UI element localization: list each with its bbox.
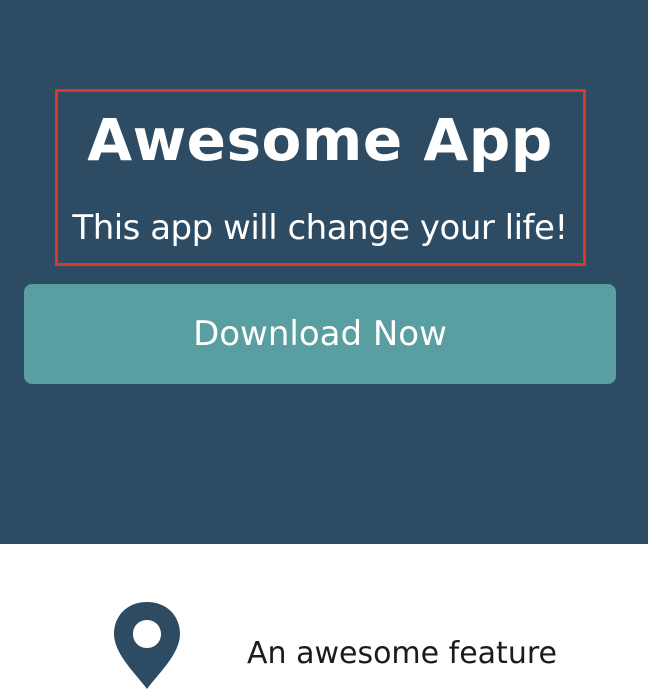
features-section: An awesome feature: [0, 544, 648, 689]
map-pin-icon: [114, 602, 180, 689]
app-title: Awesome App: [87, 106, 553, 174]
app-tagline: This app will change your life!: [72, 208, 568, 248]
feature-label: An awesome feature: [247, 636, 557, 671]
download-button[interactable]: Download Now: [24, 284, 616, 384]
hero-section: Awesome App This app will change your li…: [0, 0, 648, 544]
